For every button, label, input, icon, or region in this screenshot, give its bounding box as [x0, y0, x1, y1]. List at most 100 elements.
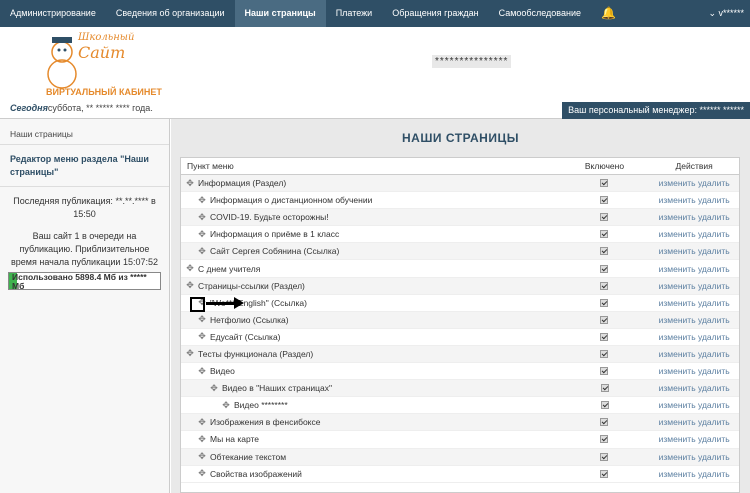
drag-handle-icon[interactable]: ✥: [197, 417, 207, 428]
row-actions[interactable]: изменить удалить: [649, 332, 739, 342]
table-row: ✥ Изображения в фенсибоксе изменить удалит…: [181, 414, 739, 432]
enabled-cell: [560, 367, 650, 376]
today-date: Сегоднясуббота, ** ***** **** года.: [10, 103, 153, 113]
drag-handle-icon[interactable]: ✥: [197, 468, 207, 479]
nav-citizen-appeals[interactable]: Обращения граждан: [382, 0, 488, 27]
menu-item-label: Информация о дистанционном обучении: [210, 195, 373, 206]
nav-self-inspection[interactable]: Самообследование: [489, 0, 591, 27]
enabled-checkbox[interactable]: [600, 418, 609, 427]
menu-item-cell: ✥ Свойства изображений: [181, 468, 560, 479]
drag-handle-icon[interactable]: ✥: [185, 280, 195, 291]
arrow-annotation: [206, 302, 236, 305]
enabled-checkbox[interactable]: [600, 213, 609, 222]
breadcrumb[interactable]: Наши страницы: [0, 119, 169, 145]
table-row: ✥ Свойства изображений изменить удалить: [181, 466, 739, 483]
main-content: НАШИ СТРАНИЦЫ Пункт меню Включено Действ…: [171, 119, 750, 493]
enabled-checkbox[interactable]: [600, 401, 609, 410]
user-menu[interactable]: ⌄ v******: [708, 0, 744, 27]
section-menu-editor-title: Редактор меню раздела "Наши страницы": [0, 145, 169, 188]
nav-our-pages[interactable]: Наши страницы: [234, 0, 326, 27]
enabled-checkbox[interactable]: [600, 281, 609, 290]
enabled-checkbox[interactable]: [600, 247, 609, 256]
enabled-checkbox[interactable]: [600, 230, 609, 239]
row-actions[interactable]: изменить удалить: [649, 264, 739, 274]
row-actions[interactable]: изменить удалить: [649, 178, 739, 188]
row-actions[interactable]: изменить удалить: [649, 281, 739, 291]
last-publication: Последняя публикация: **.**.**** в 15:50: [13, 196, 156, 219]
menu-item-cell: ✥ Обтекание текстом: [181, 451, 560, 462]
enabled-checkbox[interactable]: [600, 332, 609, 341]
menu-item-cell: ✥ Видео ********: [181, 400, 560, 411]
nav-admin[interactable]: Администрирование: [0, 0, 106, 27]
enabled-checkbox[interactable]: [600, 264, 609, 273]
row-actions[interactable]: изменить удалить: [649, 452, 739, 462]
drag-handle-icon[interactable]: ✥: [197, 434, 207, 445]
row-actions[interactable]: изменить удалить: [649, 417, 739, 427]
enabled-checkbox[interactable]: [600, 349, 609, 358]
bell-icon[interactable]: 🔔: [591, 0, 626, 27]
drag-handle-icon[interactable]: ✥: [185, 178, 195, 189]
table-row: ✥ Видео в "Наших страницах" изменить удали…: [181, 380, 739, 398]
row-actions[interactable]: изменить удалить: [649, 246, 739, 256]
drag-handle-icon[interactable]: ✥: [221, 400, 231, 411]
table-row: ✥ Видео ******** изменить удалить: [181, 397, 739, 415]
drag-handle-icon[interactable]: ✥: [197, 212, 207, 223]
row-actions[interactable]: изменить удалить: [649, 195, 739, 205]
row-actions[interactable]: изменить удалить: [649, 366, 739, 376]
nav-org-info[interactable]: Сведения об организации: [106, 0, 235, 27]
menu-item-cell: ✥ С днем учителя: [181, 263, 560, 274]
enabled-checkbox[interactable]: [600, 452, 609, 461]
row-actions[interactable]: изменить удалить: [649, 349, 739, 359]
table-row: ✥ Мы на карте изменить удалить: [181, 431, 739, 449]
row-actions[interactable]: изменить удалить: [649, 315, 739, 325]
drag-handle-icon[interactable]: ✥: [197, 195, 207, 206]
menu-item-label: COVID-19. Будьте осторожны!: [210, 212, 329, 223]
drag-handle-icon[interactable]: ✥: [197, 366, 207, 377]
top-navigation: Администрирование Сведения об организаци…: [0, 0, 750, 27]
enabled-cell: [560, 179, 650, 188]
nav-payments[interactable]: Платежи: [326, 0, 383, 27]
enabled-checkbox[interactable]: [600, 384, 609, 393]
publication-queue: Ваш сайт 1 в очереди на публикацию. Приб…: [11, 231, 158, 267]
enabled-checkbox[interactable]: [600, 367, 609, 376]
row-actions[interactable]: изменить удалить: [649, 229, 739, 239]
page-title: НАШИ СТРАНИЦЫ: [402, 131, 519, 145]
enabled-checkbox[interactable]: [600, 469, 609, 478]
col-actions: Действия: [675, 161, 713, 171]
row-actions[interactable]: изменить удалить: [649, 298, 739, 308]
enabled-checkbox[interactable]: [600, 196, 609, 205]
drag-handle-icon[interactable]: ✥: [197, 229, 207, 240]
personal-manager: Ваш персональный менеджер: ****** ******: [562, 102, 750, 119]
menu-item-label: С днем учителя: [198, 263, 261, 274]
enabled-checkbox[interactable]: [600, 315, 609, 324]
enabled-checkbox[interactable]: [600, 179, 609, 188]
logo-line2: Сайт: [78, 43, 126, 62]
drag-handle-icon[interactable]: ✥: [209, 383, 219, 394]
menu-item-cell: ✥ Едусайт (Ссылка): [181, 331, 560, 342]
user-name: v******: [718, 8, 744, 18]
drag-handle-icon[interactable]: ✥: [197, 246, 207, 257]
table-row: ✥ Тесты функционала (Раздел) изменить удал…: [181, 345, 739, 364]
arrow-head: [234, 297, 244, 309]
drag-handle-icon[interactable]: ✥: [185, 263, 195, 274]
table-row: ✥ Информация (Раздел) изменить удалить: [181, 175, 739, 193]
row-actions[interactable]: изменить удалить: [649, 383, 739, 393]
table-row: ✥ Сайт Сергея Собянина (Ссылка) изменить у…: [181, 243, 739, 261]
menu-item-cell: ✥ Информация (Раздел): [181, 178, 560, 189]
drag-handle-icon[interactable]: ✥: [197, 314, 207, 325]
enabled-checkbox[interactable]: [600, 298, 609, 307]
menu-item-label: Видео ********: [234, 400, 288, 411]
enabled-cell: [560, 213, 650, 222]
row-actions[interactable]: изменить удалить: [649, 434, 739, 444]
drag-handle-icon[interactable]: ✥: [197, 331, 207, 342]
row-actions[interactable]: изменить удалить: [649, 400, 739, 410]
row-actions[interactable]: изменить удалить: [649, 212, 739, 222]
enabled-cell: [560, 452, 650, 461]
drag-handle-icon[interactable]: ✥: [185, 348, 195, 359]
enabled-cell: [560, 196, 650, 205]
drag-handle-icon[interactable]: ✥: [197, 451, 207, 462]
menu-item-label: Свойства изображений: [210, 468, 302, 479]
row-actions[interactable]: изменить удалить: [649, 469, 739, 479]
enabled-checkbox[interactable]: [600, 435, 609, 444]
menu-item-label: Обтекание текстом: [210, 451, 287, 462]
